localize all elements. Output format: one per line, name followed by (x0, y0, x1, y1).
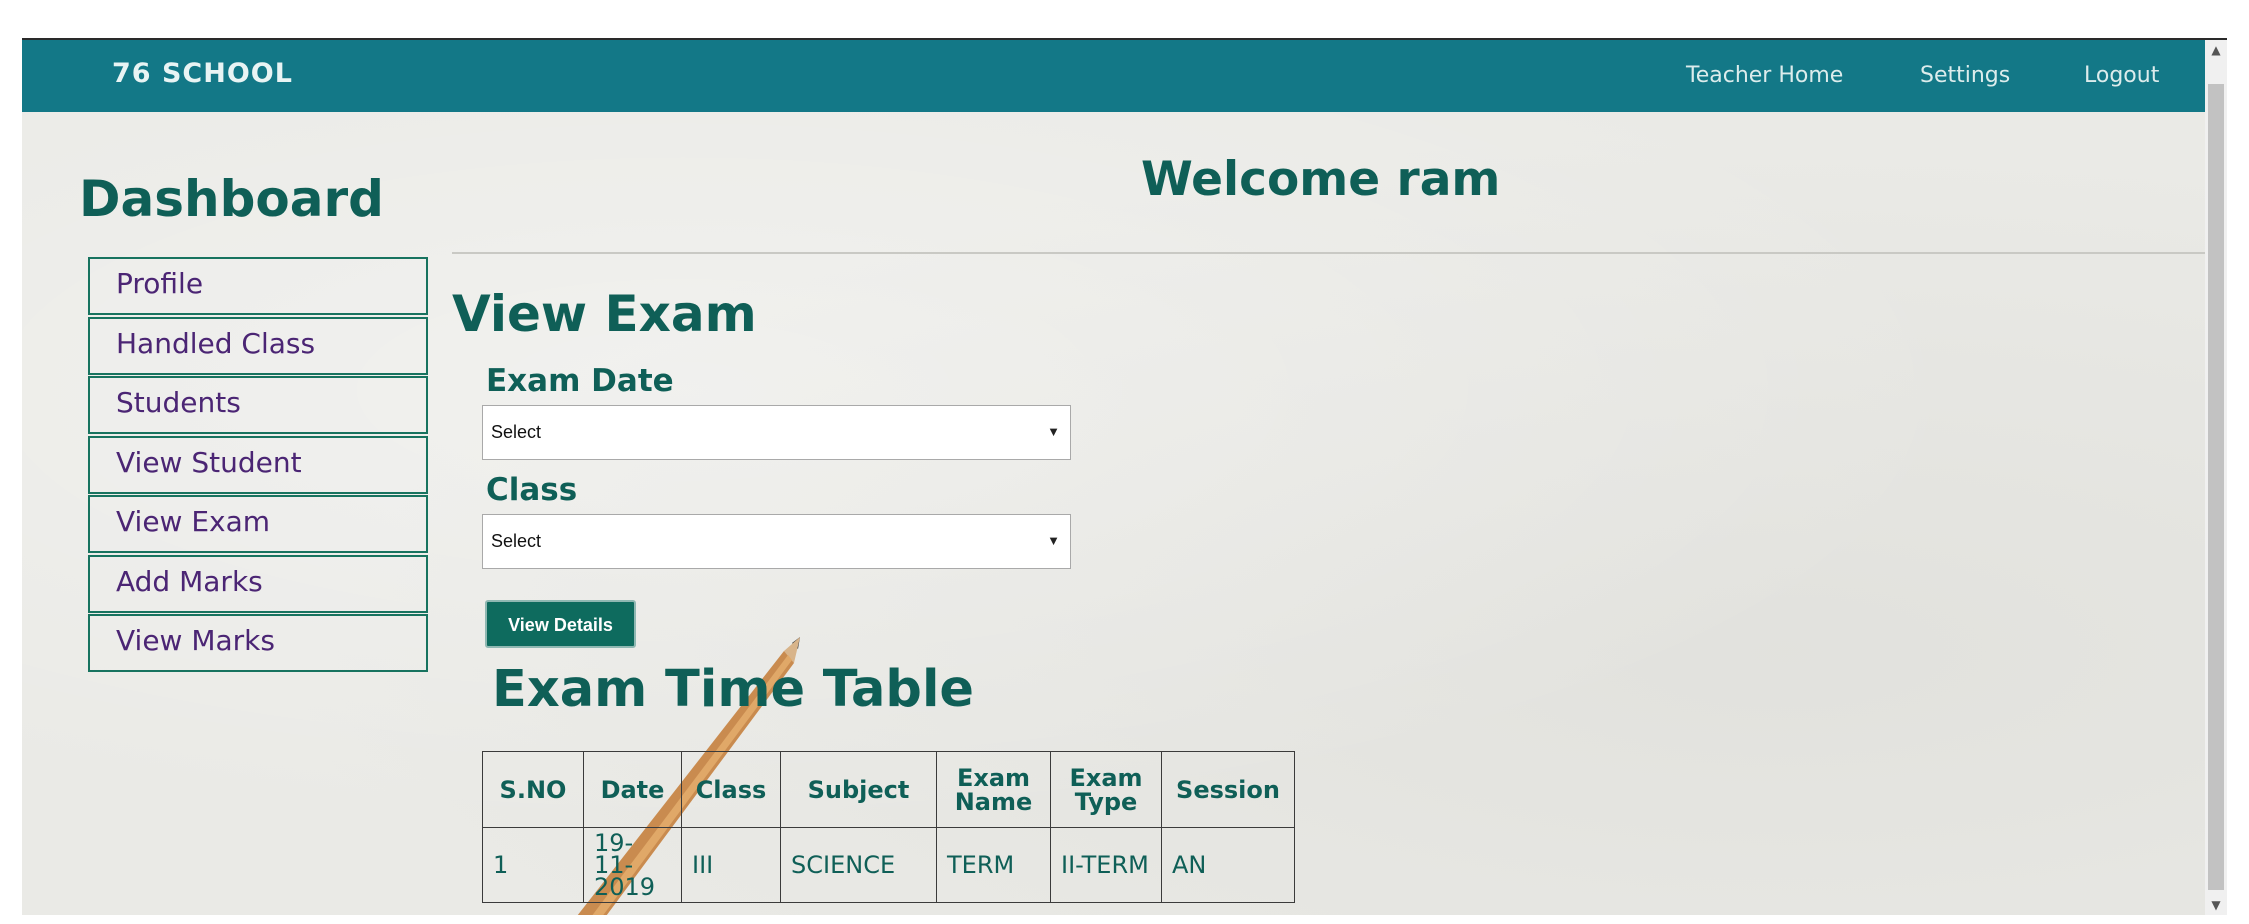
header-divider (452, 252, 2205, 254)
page-title: View Exam (452, 285, 757, 343)
dashboard-title: Dashboard (79, 170, 384, 228)
exam-timetable: S.NO Date Class Subject Exam Name Exam T… (482, 751, 1295, 903)
table-row: 1 19-11-2019 III SCIENCE TERM II-TERM AN (482, 827, 1295, 903)
brand-logo[interactable]: 76 SCHOOL (112, 58, 293, 89)
nav-logout[interactable]: Logout (2084, 63, 2159, 88)
chevron-down-icon: ▼ (1047, 533, 1060, 548)
column-header: Session (1161, 751, 1295, 828)
vertical-scrollbar[interactable]: ▲ ▼ (2205, 40, 2227, 915)
table-cell: 19-11-2019 (583, 827, 682, 903)
column-header: Class (681, 751, 781, 828)
exam-date-select[interactable]: Select ▼ (482, 405, 1071, 460)
table-cell: AN (1161, 827, 1295, 903)
table-cell: SCIENCE (780, 827, 937, 903)
scroll-down-icon[interactable]: ▼ (2205, 895, 2227, 915)
exam-date-value: Select (491, 422, 542, 442)
table-cell: III (681, 827, 781, 903)
class-select[interactable]: Select ▼ (482, 514, 1071, 569)
welcome-heading: Welcome ram (1141, 152, 1501, 207)
table-header-row: S.NO Date Class Subject Exam Name Exam T… (482, 751, 1295, 828)
view-details-button[interactable]: View Details (485, 600, 636, 648)
class-value: Select (491, 531, 542, 551)
sidebar-item-view-student[interactable]: View Student (88, 435, 428, 494)
timetable-title: Exam Time Table (492, 660, 975, 719)
chevron-down-icon: ▼ (1047, 424, 1060, 439)
nav-teacher-home[interactable]: Teacher Home (1686, 63, 1843, 88)
table-cell: TERM (936, 827, 1051, 903)
exam-date-label: Exam Date (486, 363, 674, 399)
table-cell: II-TERM (1050, 827, 1162, 903)
column-header: Exam Name (936, 751, 1051, 828)
sidebar-item-view-marks[interactable]: View Marks (88, 614, 428, 672)
sidebar-item-students[interactable]: Students (88, 376, 428, 434)
column-header: Exam Type (1050, 751, 1162, 828)
sidebar-item-handled-class[interactable]: Handled Class (88, 316, 428, 375)
nav-settings[interactable]: Settings (1920, 63, 2010, 88)
class-label: Class (486, 472, 578, 508)
column-header: Subject (780, 751, 937, 828)
browser-viewport: 76 SCHOOL Teacher Home Settings Logout D… (22, 38, 2227, 915)
scroll-up-icon[interactable]: ▲ (2205, 40, 2227, 60)
column-header: S.NO (482, 751, 584, 828)
sidebar-menu: Profile Handled Class Students View Stud… (88, 257, 428, 674)
table-cell: 1 (482, 827, 584, 903)
sidebar-item-view-exam[interactable]: View Exam (88, 495, 428, 553)
top-navbar: 76 SCHOOL Teacher Home Settings Logout (22, 40, 2205, 112)
column-header: Date (583, 751, 682, 828)
sidebar-item-add-marks[interactable]: Add Marks (88, 554, 428, 613)
sidebar-item-profile[interactable]: Profile (88, 257, 428, 315)
scrollbar-thumb[interactable] (2208, 84, 2224, 890)
